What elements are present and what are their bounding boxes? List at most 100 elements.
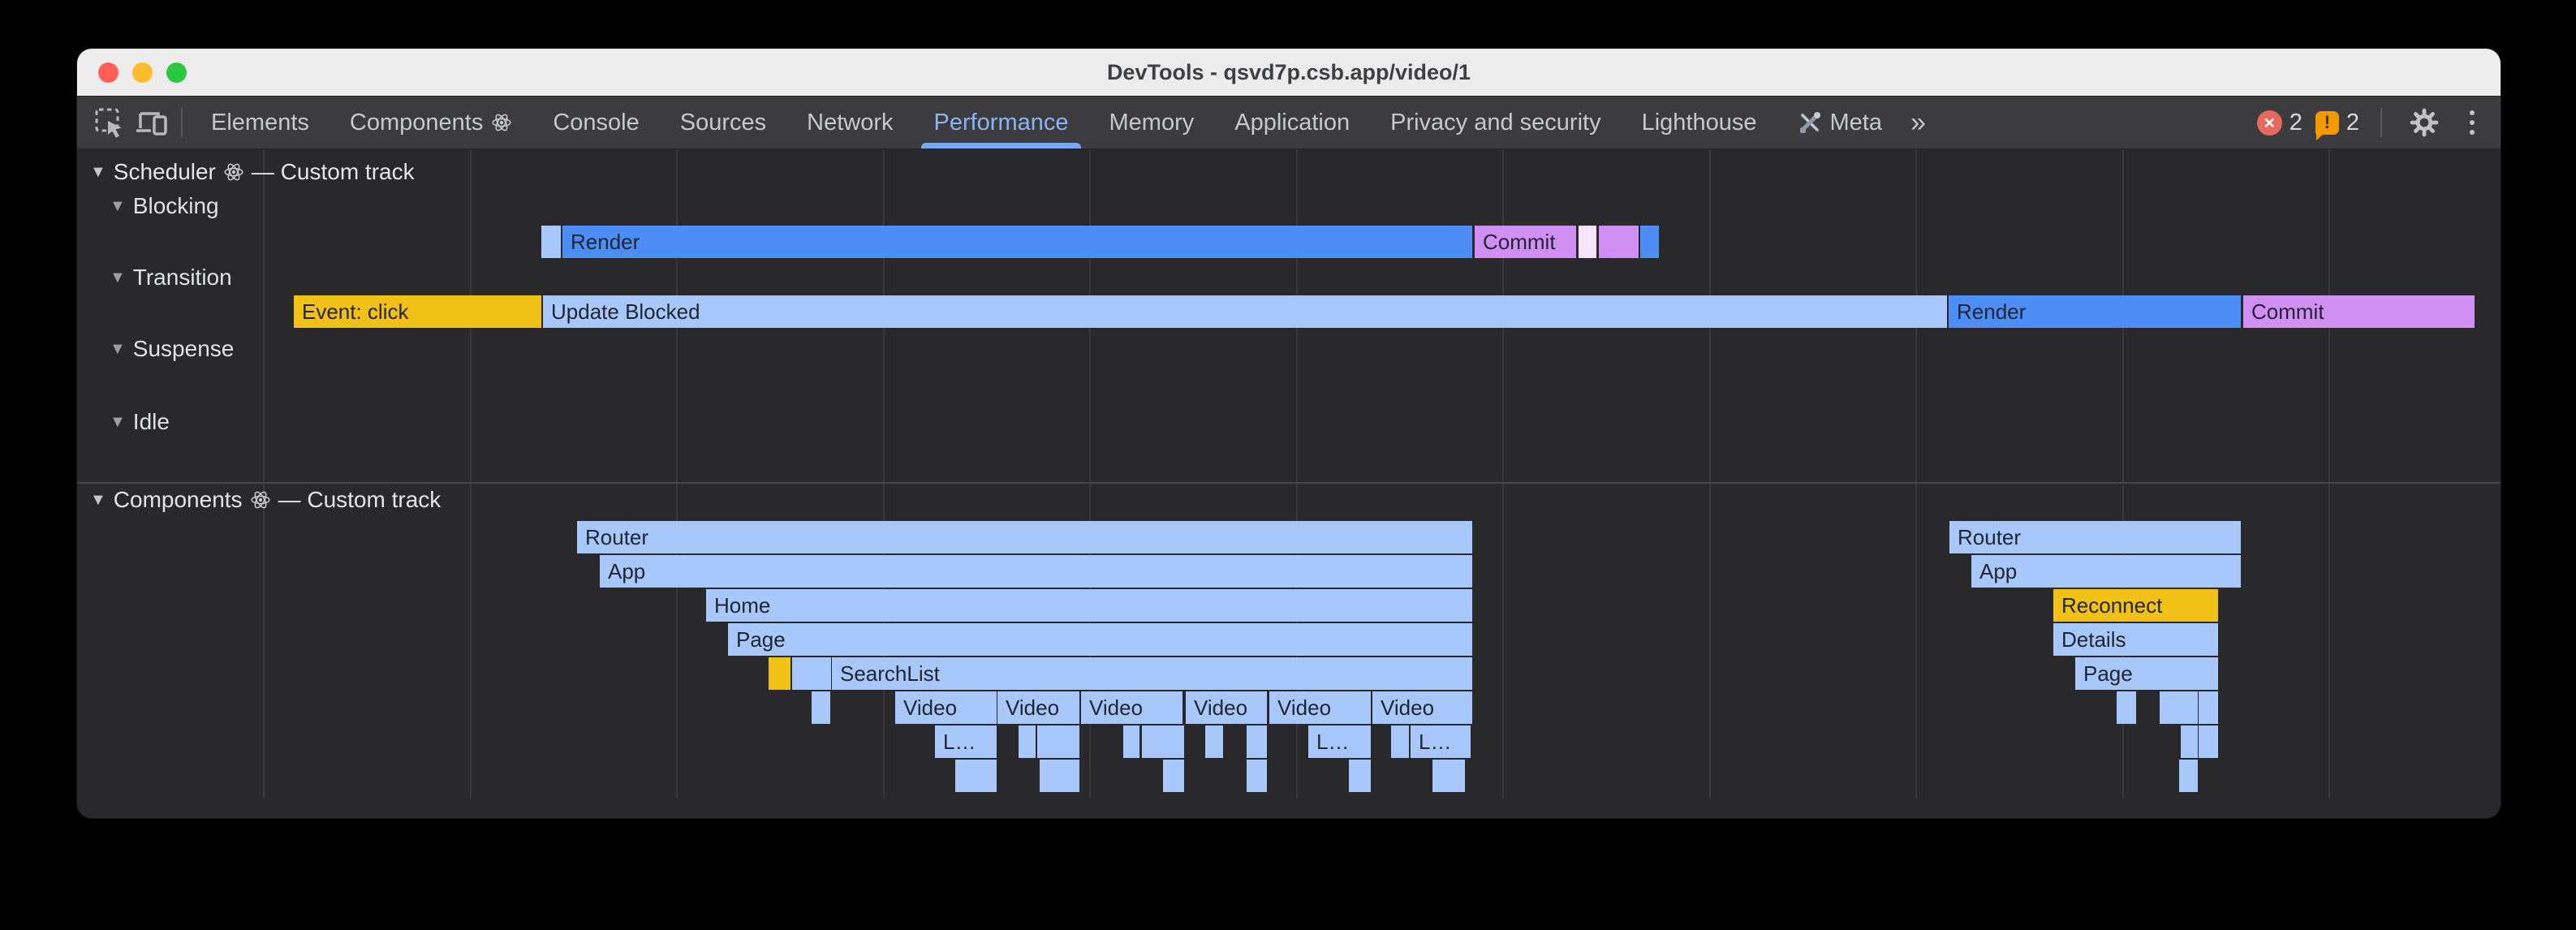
flame-bar-l[interactable]: L…	[935, 725, 997, 758]
flame-bar[interactable]	[2117, 691, 2136, 724]
tab-meta[interactable]: Meta	[1777, 97, 1902, 149]
flame-bar[interactable]	[955, 760, 997, 792]
flame-bar-home[interactable]: Home	[706, 589, 1472, 622]
flame-bar[interactable]	[1599, 226, 1639, 258]
collapse-triangle-icon: ▼	[90, 164, 106, 180]
lane-label: Suspense	[133, 336, 235, 362]
flame-bar[interactable]	[1579, 226, 1596, 258]
lane-blocking[interactable]: ▼Blocking	[110, 193, 219, 219]
more-tabs-chevron-icon[interactable]: »	[1902, 107, 1934, 139]
issue-icon: !	[2315, 111, 2339, 135]
flame-bar[interactable]	[1247, 725, 1267, 758]
atom-slot-components	[250, 489, 271, 510]
gridline	[1709, 149, 1711, 799]
tab-performance[interactable]: Performance	[913, 97, 1088, 149]
flame-bar[interactable]	[1123, 725, 1139, 758]
flame-bar-page[interactable]: Page	[728, 623, 1472, 656]
tab-label: Lighthouse	[1642, 110, 1757, 136]
flame-bar[interactable]	[2181, 725, 2198, 758]
flame-bar[interactable]	[2179, 760, 2198, 792]
tab-sources[interactable]: Sources	[660, 97, 786, 149]
toolbar-separator	[181, 108, 183, 137]
flame-bar-video[interactable]: Video	[997, 691, 1079, 724]
tab-privacy-and-security[interactable]: Privacy and security	[1370, 97, 1622, 149]
flame-bar-commit[interactable]: Commit	[1475, 226, 1576, 258]
flame-bar[interactable]	[1163, 760, 1184, 792]
flame-bar[interactable]	[1349, 760, 1371, 792]
controls-separator	[2380, 108, 2382, 137]
tab-memory[interactable]: Memory	[1089, 97, 1215, 149]
flame-bar[interactable]	[1019, 725, 1036, 758]
lane-idle[interactable]: ▼Idle	[110, 409, 170, 435]
device-toolbar-icon[interactable]	[131, 101, 173, 144]
flame-bar-event-click[interactable]: Event: click	[294, 295, 541, 328]
flame-bar[interactable]	[541, 226, 561, 258]
flame-bar[interactable]	[1391, 725, 1409, 758]
flame-bar-reconnect[interactable]: Reconnect	[2053, 589, 2218, 622]
tab-label: Meta	[1830, 110, 1882, 136]
settings-gear-icon[interactable]	[2403, 101, 2445, 144]
flame-bar-video[interactable]: Video	[1372, 691, 1472, 724]
kebab-menu-icon[interactable]	[2458, 105, 2486, 140]
flame-bar[interactable]	[1432, 760, 1465, 792]
flame-bar-searchlist[interactable]: SearchList	[832, 657, 1472, 690]
track-suffix: — Custom track	[252, 159, 415, 185]
minimize-window-button[interactable]	[132, 62, 153, 83]
flame-bar[interactable]	[1205, 725, 1223, 758]
flame-bar[interactable]	[792, 657, 831, 690]
issues-count: 2	[2346, 110, 2359, 136]
flame-bar-video[interactable]: Video	[1186, 691, 1267, 724]
zoom-window-button[interactable]	[166, 62, 187, 83]
lane-suspense[interactable]: ▼Suspense	[110, 336, 234, 362]
flame-bar-video[interactable]: Video	[1081, 691, 1182, 724]
traffic-lights	[98, 49, 187, 96]
tab-network[interactable]: Network	[786, 97, 913, 149]
collapse-triangle-icon: ▼	[110, 198, 126, 214]
flame-bar-render[interactable]: Render	[1949, 295, 2241, 328]
flame-bar[interactable]	[812, 691, 830, 724]
tab-application[interactable]: Application	[1214, 97, 1370, 149]
console-errors-badge[interactable]: × 2	[2257, 110, 2302, 136]
issues-badge[interactable]: ! 2	[2315, 110, 2359, 136]
tab-elements[interactable]: Elements	[191, 97, 330, 149]
track-divider[interactable]	[77, 482, 2501, 484]
flame-bar-l[interactable]: L…	[1411, 725, 1471, 758]
flame-bar[interactable]	[1247, 760, 1267, 792]
devtools-window: DevTools - qsvd7p.csb.app/video/1 Elemen…	[77, 49, 2501, 818]
flame-bar-render[interactable]: Render	[562, 226, 1472, 258]
tab-label: Network	[807, 110, 893, 136]
flame-bar[interactable]	[2160, 691, 2198, 724]
flame-bar-router[interactable]: Router	[1949, 521, 2241, 553]
flame-bar[interactable]	[2199, 725, 2218, 758]
flame-bar-l[interactable]: L…	[1308, 725, 1371, 758]
tab-label: Console	[553, 110, 639, 136]
flame-bar-details[interactable]: Details	[2053, 623, 2218, 656]
inspect-element-icon[interactable]	[88, 101, 131, 144]
gridline	[2328, 149, 2330, 799]
track-header-components[interactable]: ▼ Components — Custom track	[90, 487, 441, 513]
tab-console[interactable]: Console	[532, 97, 659, 149]
flame-bar[interactable]	[1040, 760, 1079, 792]
flame-bar-commit[interactable]: Commit	[2243, 295, 2475, 328]
flame-bar[interactable]	[2199, 691, 2218, 724]
tools-icon	[1798, 110, 1822, 135]
flame-bar-video[interactable]: Video	[1269, 691, 1371, 724]
flame-bar-page[interactable]: Page	[2075, 657, 2218, 690]
flame-bar[interactable]	[1640, 226, 1659, 258]
flame-bar-app[interactable]: App	[1971, 555, 2241, 588]
flame-bar[interactable]	[1142, 725, 1184, 758]
tab-strip: ElementsComponents Console Sources Network…	[191, 97, 1902, 149]
error-count: 2	[2290, 110, 2302, 136]
flame-bar-update-blocked[interactable]: Update Blocked	[543, 295, 1947, 328]
track-header-scheduler[interactable]: ▼ Scheduler — Custom track	[90, 159, 415, 185]
flame-bar-video[interactable]: Video	[895, 691, 997, 724]
flame-bar-router[interactable]: Router	[577, 521, 1472, 553]
atom-slot-scheduler	[223, 161, 244, 183]
lane-transition[interactable]: ▼Transition	[110, 265, 232, 291]
tab-lighthouse[interactable]: Lighthouse	[1622, 97, 1777, 149]
flame-bar-app[interactable]: App	[600, 555, 1472, 588]
close-window-button[interactable]	[98, 62, 118, 83]
tab-components[interactable]: Components	[330, 97, 532, 149]
flame-bar[interactable]	[769, 657, 790, 690]
flame-bar[interactable]	[1037, 725, 1079, 758]
